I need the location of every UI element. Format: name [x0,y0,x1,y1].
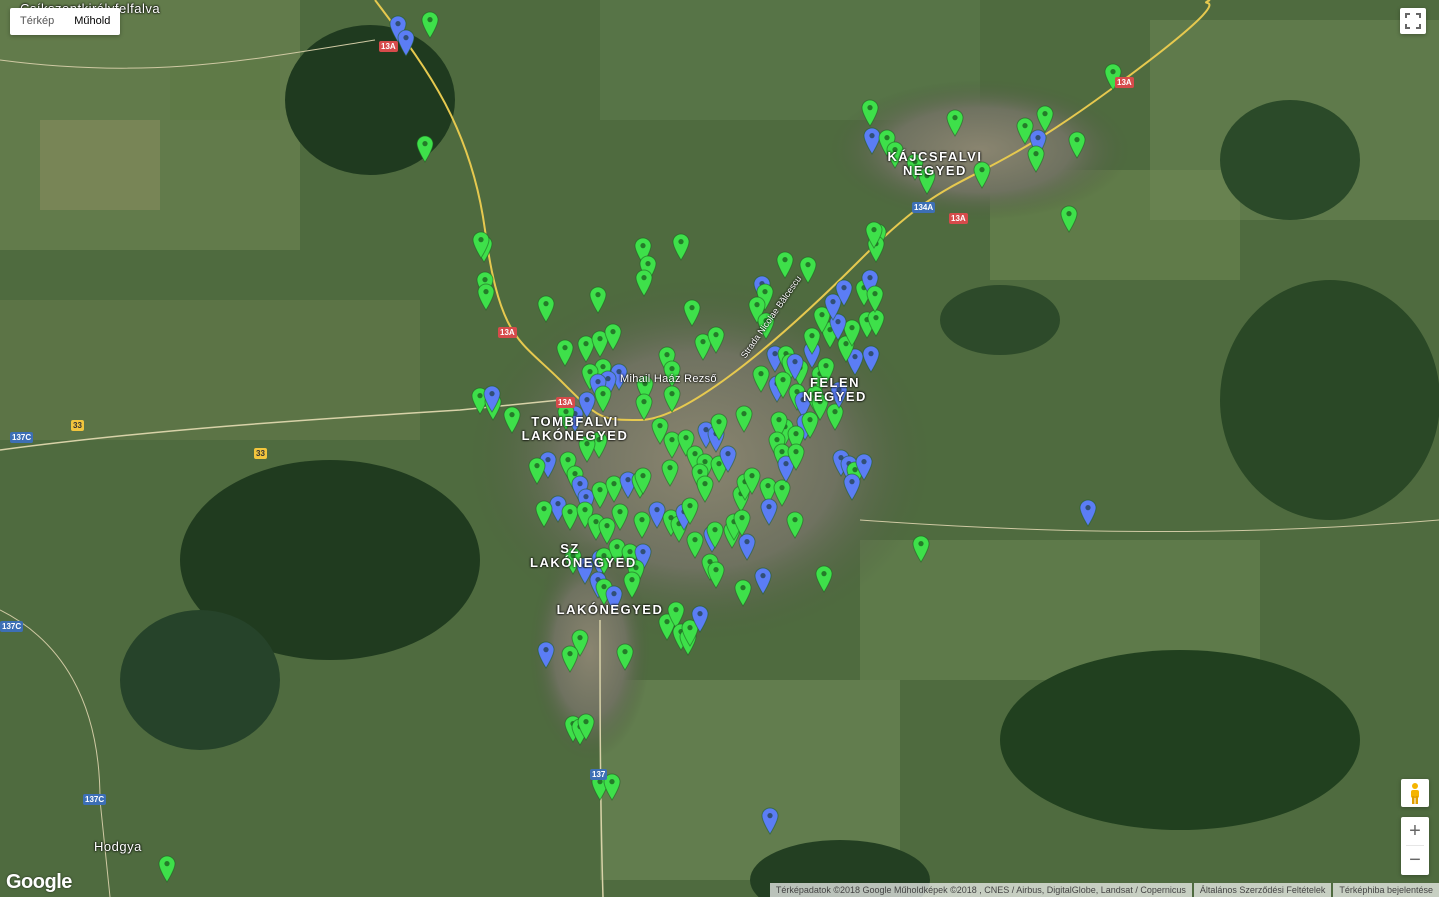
green-map-marker[interactable] [707,561,725,589]
green-map-marker[interactable] [683,299,701,327]
map-view-button[interactable]: Térkép [10,8,64,35]
green-map-marker[interactable] [1027,145,1045,173]
place-label: LAKÓNEGYED [556,602,664,617]
road-sign: 13A [949,213,968,224]
green-map-marker[interactable] [561,503,579,531]
road-sign: 137C [83,794,107,805]
green-map-marker[interactable] [416,135,434,163]
map-canvas[interactable]: Csíkszentkirályfelfalva KÁJCSFALVI NEGYE… [0,0,1439,897]
green-map-marker[interactable] [866,285,884,313]
fullscreen-button[interactable] [1400,8,1426,34]
green-map-marker[interactable] [589,286,607,314]
green-map-marker[interactable] [735,405,753,433]
blue-map-marker[interactable] [648,501,666,529]
blue-map-marker[interactable] [1079,499,1097,527]
green-map-marker[interactable] [1060,205,1078,233]
terms-link[interactable]: Általános Szerződési Feltételek [1193,883,1332,897]
green-map-marker[interactable] [594,385,612,413]
green-map-marker[interactable] [786,511,804,539]
pegman-icon [1411,783,1419,804]
green-map-marker[interactable] [661,459,679,487]
green-map-marker[interactable] [707,326,725,354]
place-label: SZ LAKÓNEGYED [530,541,637,570]
green-map-marker[interactable] [696,475,714,503]
blue-map-marker[interactable] [862,345,880,373]
blue-map-marker[interactable] [754,567,772,595]
green-map-marker[interactable] [633,511,651,539]
green-map-marker[interactable] [616,643,634,671]
green-map-marker[interactable] [826,403,844,431]
road-sign: 137C [10,432,34,443]
map-type-control: Térkép Műhold [10,8,121,35]
green-map-marker[interactable] [686,531,704,559]
green-map-marker[interactable] [623,571,641,599]
place-label: KÁJCSFALVI NEGYED [887,149,983,178]
road-sign: 137 [590,769,608,780]
green-map-marker[interactable] [635,269,653,297]
green-map-marker[interactable] [776,251,794,279]
place-label: TOMBFALVI LAKÓNEGYED [521,414,629,443]
green-map-marker[interactable] [773,479,791,507]
map-data-attribution: Térképadatok ©2018 Google Műholdképek ©2… [769,883,1192,897]
green-map-marker[interactable] [912,535,930,563]
road-sign: 13A [498,327,517,338]
zoom-in-button[interactable]: + [1401,817,1429,845]
green-map-marker[interactable] [591,481,609,509]
green-map-marker[interactable] [672,233,690,261]
road-sign: 33 [71,420,84,431]
zoom-out-button[interactable]: − [1401,846,1429,874]
green-map-marker[interactable] [421,11,439,39]
green-map-marker[interactable] [528,457,546,485]
green-map-marker[interactable] [556,339,574,367]
green-map-marker[interactable] [477,283,495,311]
green-map-marker[interactable] [752,365,770,393]
green-map-marker[interactable] [663,431,681,459]
attribution-bar: Térképadatok ©2018 Google Műholdképek ©2… [768,883,1439,897]
green-map-marker[interactable] [946,109,964,137]
blue-map-marker[interactable] [738,533,756,561]
zoom-control: + − [1401,817,1429,875]
green-map-marker[interactable] [1036,105,1054,133]
green-map-marker[interactable] [158,855,176,883]
google-logo: Google [6,871,72,893]
blue-map-marker[interactable] [761,807,779,835]
place-label: FELEN NEGYED [803,375,867,404]
street-view-button[interactable] [1401,779,1429,807]
place-label: Hodgya [94,839,142,854]
road-sign: 33 [254,448,267,459]
report-error-link[interactable]: Térképhiba bejelentése [1333,883,1439,897]
street-label: Mihail Haáz Rezső [620,373,717,385]
blue-map-marker[interactable] [760,498,778,526]
blue-map-marker[interactable] [537,641,555,669]
green-map-marker[interactable] [535,500,553,528]
green-map-marker[interactable] [537,295,555,323]
road-sign: 13A [379,41,398,52]
green-map-marker[interactable] [604,323,622,351]
green-map-marker[interactable] [1068,131,1086,159]
fullscreen-icon [1405,13,1421,29]
road-sign: 137C [0,621,24,632]
road-sign: 134A [912,202,936,213]
green-map-marker[interactable] [561,645,579,673]
road-sign: 13A [1115,77,1134,88]
green-map-marker[interactable] [734,579,752,607]
blue-map-marker[interactable] [397,29,415,57]
road-sign: 13A [556,397,575,408]
blue-map-marker[interactable] [843,473,861,501]
green-map-marker[interactable] [663,385,681,413]
green-map-marker[interactable] [815,565,833,593]
green-map-marker[interactable] [861,99,879,127]
satellite-view-button[interactable]: Műhold [64,8,120,35]
